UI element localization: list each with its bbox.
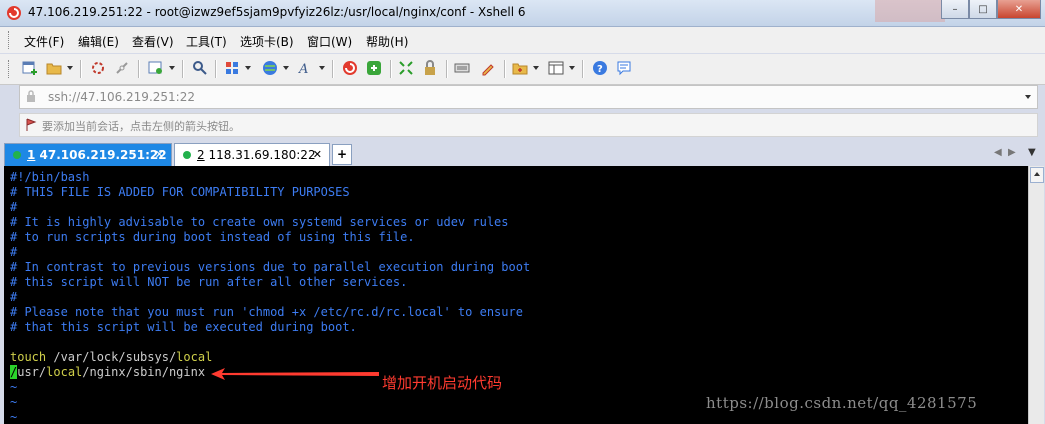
empty-line-tilde: ~: [10, 380, 18, 394]
lock-icon[interactable]: [422, 60, 438, 76]
highlight-icon[interactable]: [480, 60, 496, 76]
menu-help[interactable]: 帮助(H): [366, 33, 408, 50]
maximize-button[interactable]: □: [969, 0, 997, 19]
address-bar[interactable]: ssh://47.106.219.251:22: [19, 85, 1038, 109]
terminal-line: #: [10, 290, 18, 304]
tab-prev-icon[interactable]: ◀: [994, 147, 1002, 158]
annotation-text: 增加开机启动代码: [382, 374, 503, 392]
terminal-line: # In contrast to previous versions due t…: [10, 260, 531, 274]
empty-line-tilde: ~: [10, 395, 18, 409]
tab-session-1[interactable]: 1 47.106.219.251:22 ✕: [4, 143, 172, 166]
globe-icon[interactable]: [262, 60, 278, 76]
session-hint-bar: 要添加当前会话，点击左侧的箭头按钮。: [19, 113, 1038, 137]
svg-text:A: A: [298, 62, 308, 76]
terminal-line: # It is highly advisable to create own s…: [10, 215, 509, 229]
title-bar: 47.106.219.251:22 - root@izwz9ef5sjam9pv…: [0, 0, 1045, 27]
fullscreen-icon[interactable]: [398, 60, 414, 76]
menu-grip[interactable]: [8, 31, 12, 49]
tab-close-icon[interactable]: ✕: [313, 148, 322, 161]
terminal-line: #: [10, 245, 18, 259]
tab-bar: 1 47.106.219.251:22 ✕ 2 118.31.69.180:22…: [0, 141, 1045, 166]
menu-tools[interactable]: 工具(T): [186, 33, 227, 50]
empty-line-tilde: ~: [10, 410, 18, 424]
font-icon[interactable]: A: [298, 60, 314, 76]
terminal-line: # this script will NOT be run after all …: [10, 275, 408, 289]
blurred-region: [875, 0, 945, 22]
touch-path-local: local: [176, 350, 213, 364]
svg-text:?: ?: [597, 64, 603, 75]
toolbar-grip[interactable]: [8, 60, 12, 78]
tab-number: 1: [27, 148, 36, 162]
close-button[interactable]: ✕: [997, 0, 1041, 19]
menu-view[interactable]: 查看(V): [132, 33, 174, 50]
touch-command-line: touch /var/lock/subsys/local: [10, 350, 212, 365]
address-lock-icon: [27, 90, 35, 102]
watermark-text: https://blog.csdn.net/qq_4281575: [706, 394, 978, 412]
tab-session-2[interactable]: 2 118.31.69.180:22 ✕: [174, 143, 330, 166]
touch-path: /var/lock/subsys/: [46, 350, 177, 364]
address-value: ssh://47.106.219.251:22: [48, 90, 195, 104]
window-controls: – □ ✕: [941, 0, 1041, 20]
xshell-icon[interactable]: [342, 60, 358, 76]
bookmark-arrow-icon[interactable]: [24, 118, 38, 132]
tab-list-icon[interactable]: ▼: [1028, 147, 1036, 158]
xshell-logo-icon: [7, 6, 21, 20]
help-icon[interactable]: ?: [592, 60, 608, 76]
tab-label: 47.106.219.251:22: [39, 148, 167, 162]
nginx-command-line: /usr/local/nginx/sbin/nginx: [10, 365, 205, 380]
toolbar: A ?: [0, 54, 1045, 85]
terminal-output[interactable]: #!/bin/bash # THIS FILE IS ADDED FOR COM…: [4, 166, 1028, 424]
minimize-button[interactable]: –: [941, 0, 969, 19]
terminal-line: # THIS FILE IS ADDED FOR COMPATIBILITY P…: [10, 185, 350, 199]
nginx-path-1: usr/: [17, 365, 47, 379]
terminal-scrollbar[interactable]: [1028, 166, 1044, 424]
properties-icon[interactable]: [148, 60, 164, 76]
new-session-icon[interactable]: [22, 60, 38, 76]
add-tab-button[interactable]: +: [332, 144, 352, 165]
menu-tabs[interactable]: 选项卡(B): [240, 33, 294, 50]
terminal-line: # Please note that you must run 'chmod +…: [10, 305, 523, 319]
find-icon[interactable]: [192, 60, 208, 76]
menu-bar: 文件(F) 编辑(E) 查看(V) 工具(T) 选项卡(B) 窗口(W) 帮助(…: [0, 27, 1045, 53]
terminal-line: #!/bin/bash: [10, 170, 90, 184]
tab-next-icon[interactable]: ▶: [1008, 147, 1016, 158]
window-title: 47.106.219.251:22 - root@izwz9ef5sjam9pv…: [28, 5, 526, 19]
tab-close-icon[interactable]: ✕: [155, 148, 164, 161]
open-folder-icon[interactable]: [46, 60, 62, 76]
nginx-path-local: local: [46, 365, 83, 379]
tab-number: 2: [197, 148, 205, 162]
menu-edit[interactable]: 编辑(E): [78, 33, 119, 50]
scroll-up-icon[interactable]: [1030, 167, 1044, 183]
terminal-line: # to run scripts during boot instead of …: [10, 230, 415, 244]
terminal-line: # that this script will be executed duri…: [10, 320, 357, 334]
reconnect-icon[interactable]: [90, 60, 106, 76]
connected-status-icon: [13, 151, 21, 159]
annotation-arrow-icon: [211, 368, 379, 380]
menu-file[interactable]: 文件(F): [24, 33, 64, 50]
tab-label: 118.31.69.180:22: [208, 148, 316, 162]
new-folder-icon[interactable]: [512, 60, 528, 76]
address-dropdown-icon[interactable]: [1025, 95, 1031, 99]
nginx-path-2: /nginx/sbin/nginx: [82, 365, 206, 379]
xftp-icon[interactable]: [366, 60, 382, 76]
layout-icon[interactable]: [224, 60, 240, 76]
terminal-line: #: [10, 200, 18, 214]
window-layout-icon[interactable]: [548, 60, 564, 76]
touch-keyword: touch: [10, 350, 47, 364]
keyboard-icon[interactable]: [454, 60, 470, 76]
chat-icon[interactable]: [616, 60, 632, 76]
menu-window[interactable]: 窗口(W): [307, 33, 352, 50]
session-hint-text: 要添加当前会话，点击左侧的箭头按钮。: [42, 120, 240, 133]
connected-status-icon: [183, 151, 191, 159]
disconnect-icon[interactable]: [114, 60, 130, 76]
